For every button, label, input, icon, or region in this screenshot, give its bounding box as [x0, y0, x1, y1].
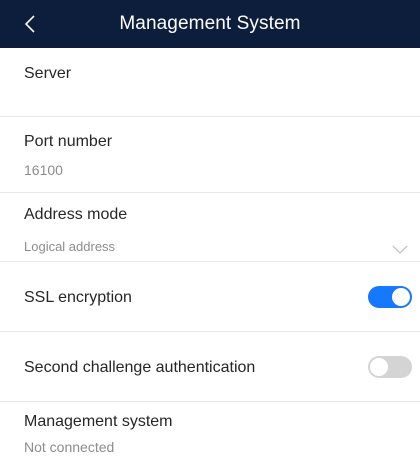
second-challenge-authentication-label: Second challenge authentication	[24, 359, 256, 376]
management-system-screen: Management System Server Port number 161…	[0, 0, 420, 463]
server-label: Server	[24, 65, 72, 82]
second-challenge-authentication-toggle[interactable]	[368, 356, 412, 378]
ssl-encryption-label: SSL encryption	[24, 289, 132, 306]
back-button[interactable]	[8, 0, 52, 48]
address-mode-label: Address mode	[24, 206, 128, 223]
chevron-down-icon	[392, 242, 408, 254]
port-number-row[interactable]: Port number 16100	[0, 117, 420, 193]
second-challenge-authentication-row: Second challenge authentication	[0, 332, 420, 402]
port-number-label: Port number	[24, 133, 113, 150]
header-bar: Management System	[0, 0, 420, 48]
management-system-label: Management system	[24, 413, 173, 430]
server-row[interactable]: Server	[0, 48, 420, 117]
management-system-row[interactable]: Management system Not connected	[0, 402, 420, 463]
chevron-left-icon	[24, 14, 36, 34]
ssl-encryption-toggle[interactable]	[368, 286, 412, 308]
toggle-knob	[370, 358, 388, 376]
ssl-encryption-row: SSL encryption	[0, 262, 420, 332]
port-number-value: 16100	[24, 162, 63, 178]
address-mode-value: Logical address	[24, 239, 116, 254]
management-system-status: Not connected	[24, 439, 115, 455]
page-title: Management System	[119, 13, 301, 34]
toggle-knob	[392, 288, 410, 306]
address-mode-row[interactable]: Address mode Logical address	[0, 193, 420, 262]
